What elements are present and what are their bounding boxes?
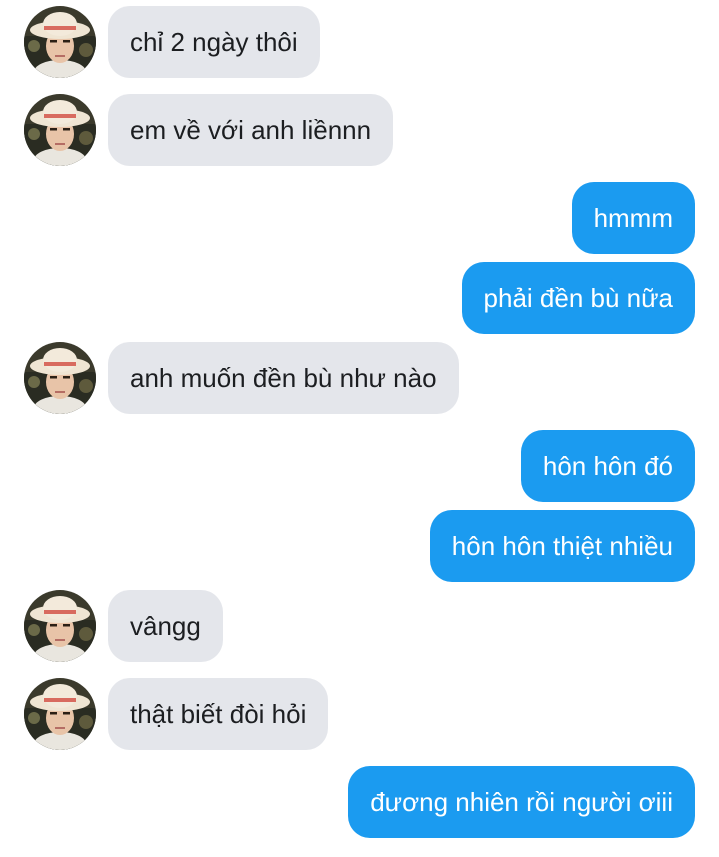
message-bubble-incoming[interactable]: vângg [108,590,223,662]
message-bubble-outgoing[interactable]: hôn hôn thiệt nhiều [429,510,695,582]
message-row-incoming: em về với anh liềnnn [0,94,719,166]
message-bubble-outgoing[interactable]: phải đền bù nữa [461,262,695,334]
contact-avatar[interactable] [24,342,96,414]
message-bubble-incoming[interactable]: thật biết đòi hỏi [108,678,329,750]
message-row-incoming: vângg [0,590,719,662]
avatar-photo-icon [24,6,96,78]
message-bubble-incoming[interactable]: em về với anh liềnnn [108,94,394,166]
message-bubble-incoming[interactable]: chỉ 2 ngày thôi [108,6,320,78]
avatar-photo-icon [24,342,96,414]
contact-avatar[interactable] [24,590,96,662]
message-row-outgoing: phải đền bù nữa [0,262,719,334]
message-row-incoming: anh muốn đền bù như nào [0,342,719,414]
message-bubble-outgoing[interactable]: hôn hôn đó [520,430,695,502]
message-row-incoming: thật biết đòi hỏi [0,678,719,750]
message-row-outgoing: hmmm [0,182,719,254]
avatar-photo-icon [24,678,96,750]
message-row-outgoing: hôn hôn đó [0,430,719,502]
contact-avatar[interactable] [24,94,96,166]
avatar-photo-icon [24,590,96,662]
message-bubble-outgoing[interactable]: hmmm [571,182,695,254]
contact-avatar[interactable] [24,6,96,78]
message-row-outgoing: đương nhiên rồi người ơiii [0,766,719,838]
avatar-photo-icon [24,94,96,166]
message-row-incoming: chỉ 2 ngày thôi [0,6,719,78]
contact-avatar[interactable] [24,678,96,750]
message-row-outgoing: hôn hôn thiệt nhiều [0,510,719,582]
message-bubble-outgoing[interactable]: đương nhiên rồi người ơiii [348,766,695,838]
message-bubble-incoming[interactable]: anh muốn đền bù như nào [108,342,459,414]
chat-thread: chỉ 2 ngày thôi em về với anh liềnnn hmm… [0,0,719,857]
